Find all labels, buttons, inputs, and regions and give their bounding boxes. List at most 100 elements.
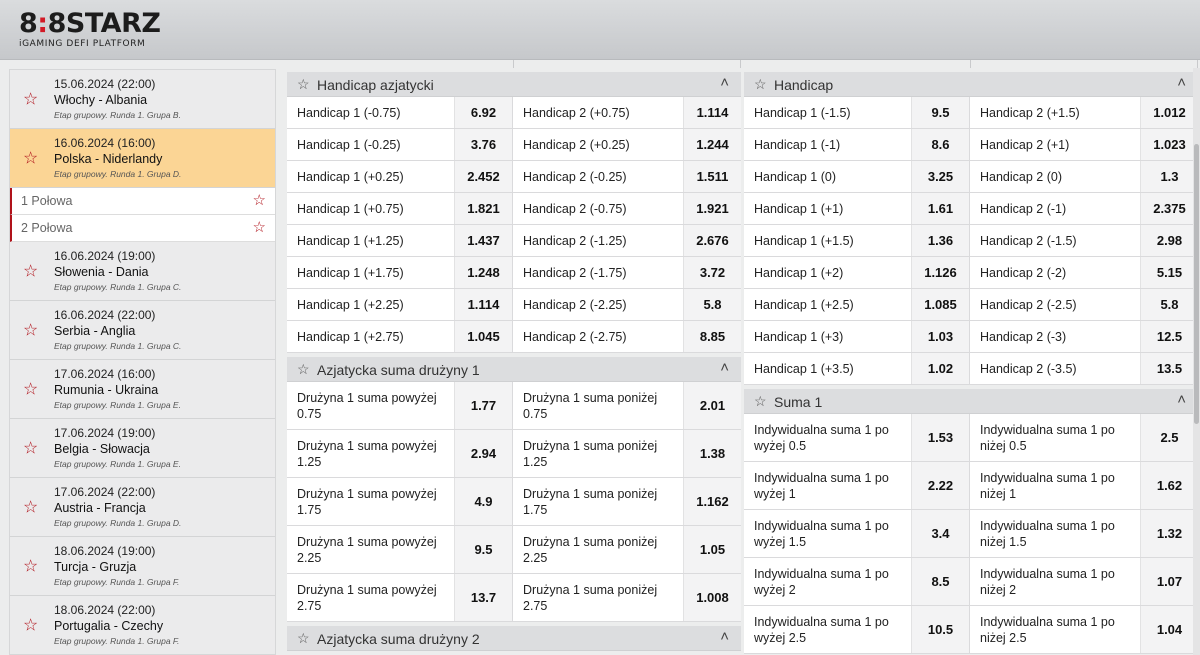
odds-cell[interactable]: Handicap 1 (-0.25) 3.76 xyxy=(287,129,513,160)
scrollbar[interactable] xyxy=(1193,68,1200,655)
odds-cell[interactable]: Drużyna 1 suma poniżej 1.25 1.38 xyxy=(513,430,741,477)
brand-logo[interactable]: 8:8STARZ iGAMING DEFI PLATFORM xyxy=(19,10,161,50)
market-header[interactable]: ☆ Handicap azjatycki ˄ xyxy=(287,72,741,97)
odds-cell[interactable]: Handicap 2 (-1.75) 3.72 xyxy=(513,257,741,288)
chevron-up-icon[interactable]: ˄ xyxy=(720,359,729,376)
odds-cell[interactable]: Handicap 1 (-1.5) 9.5 xyxy=(744,97,970,128)
odds-cell[interactable]: Indywidualna suma 1 po niżej 0.5 2.5 xyxy=(970,414,1198,461)
odds-value[interactable]: 1.03 xyxy=(911,321,969,352)
odds-value[interactable]: 1.04 xyxy=(1140,606,1198,653)
half-item[interactable]: 1 Połowa ☆ xyxy=(10,188,275,215)
odds-cell[interactable]: Handicap 1 (+0.25) 2.452 xyxy=(287,161,513,192)
odds-value[interactable]: 6.92 xyxy=(454,97,512,128)
match-item[interactable]: ☆ 17.06.2024 (22:00) Austria - Francja Etap… xyxy=(10,478,275,537)
odds-cell[interactable]: Handicap 1 (0) 3.25 xyxy=(744,161,970,192)
star-icon[interactable]: ☆ xyxy=(23,150,38,167)
odds-value[interactable]: 1.02 xyxy=(911,353,969,384)
odds-value[interactable]: 1.61 xyxy=(911,193,969,224)
odds-value[interactable]: 2.5 xyxy=(1140,414,1198,461)
odds-cell[interactable]: Drużyna 1 suma powyżej 2.75 13.7 xyxy=(287,574,513,621)
odds-value[interactable]: 10.5 xyxy=(911,606,969,653)
odds-cell[interactable]: Handicap 1 (+1) 1.61 xyxy=(744,193,970,224)
odds-cell[interactable]: Handicap 2 (+0.75) 1.114 xyxy=(513,97,741,128)
odds-cell[interactable]: Handicap 1 (+3.5) 1.02 xyxy=(744,353,970,384)
odds-cell[interactable]: Drużyna 1 suma powyżej 2.25 9.5 xyxy=(287,526,513,573)
odds-cell[interactable]: Handicap 1 (+2.75) 1.045 xyxy=(287,321,513,352)
odds-cell[interactable]: Indywidualna suma 1 po niżej 2.5 1.04 xyxy=(970,606,1198,653)
odds-value[interactable]: 1.437 xyxy=(454,225,512,256)
odds-cell[interactable]: Handicap 2 (-1) 2.375 xyxy=(970,193,1198,224)
odds-value[interactable]: 1.32 xyxy=(1140,510,1198,557)
match-item[interactable]: ☆ 18.06.2024 (22:00) Portugalia - Czechy Et… xyxy=(10,596,275,654)
odds-cell[interactable]: Indywidualna suma 1 po wyżej 2 8.5 xyxy=(744,558,970,605)
star-icon[interactable]: ☆ xyxy=(23,440,38,457)
chevron-up-icon[interactable]: ˄ xyxy=(720,628,729,645)
odds-value[interactable]: 2.98 xyxy=(1140,225,1198,256)
star-icon[interactable]: ☆ xyxy=(23,558,38,575)
star-icon[interactable]: ☆ xyxy=(253,220,266,235)
odds-value[interactable]: 1.008 xyxy=(683,574,741,621)
star-icon[interactable]: ☆ xyxy=(23,322,38,339)
odds-value[interactable]: 2.22 xyxy=(911,462,969,509)
odds-value[interactable]: 1.248 xyxy=(454,257,512,288)
star-icon[interactable]: ☆ xyxy=(297,630,310,647)
odds-cell[interactable]: Handicap 1 (+1.5) 1.36 xyxy=(744,225,970,256)
odds-cell[interactable]: Drużyna 1 suma powyżej 1.25 2.94 xyxy=(287,430,513,477)
odds-value[interactable]: 8.85 xyxy=(683,321,741,352)
odds-cell[interactable]: Indywidualna suma 1 po wyżej 1.5 3.4 xyxy=(744,510,970,557)
star-icon[interactable]: ☆ xyxy=(297,76,310,93)
odds-cell[interactable]: Handicap 2 (-3.5) 13.5 xyxy=(970,353,1198,384)
chevron-up-icon[interactable]: ˄ xyxy=(1177,74,1186,91)
odds-cell[interactable]: Handicap 1 (-0.75) 6.92 xyxy=(287,97,513,128)
odds-value[interactable]: 8.5 xyxy=(911,558,969,605)
odds-value[interactable]: 1.012 xyxy=(1140,97,1198,128)
odds-cell[interactable]: Handicap 1 (-1) 8.6 xyxy=(744,129,970,160)
odds-value[interactable]: 3.76 xyxy=(454,129,512,160)
odds-cell[interactable]: Handicap 2 (-2) 5.15 xyxy=(970,257,1198,288)
odds-value[interactable]: 9.5 xyxy=(911,97,969,128)
odds-value[interactable]: 2.375 xyxy=(1140,193,1198,224)
match-item[interactable]: ☆ 16.06.2024 (16:00) Polska - Niderlandy Et… xyxy=(10,129,275,188)
odds-cell[interactable]: Handicap 1 (+0.75) 1.821 xyxy=(287,193,513,224)
odds-value[interactable]: 1.77 xyxy=(454,382,512,429)
odds-cell[interactable]: Indywidualna suma 1 po wyżej 1 2.22 xyxy=(744,462,970,509)
odds-value[interactable]: 1.53 xyxy=(911,414,969,461)
odds-value[interactable]: 2.01 xyxy=(683,382,741,429)
odds-cell[interactable]: Handicap 2 (-2.75) 8.85 xyxy=(513,321,741,352)
odds-value[interactable]: 1.023 xyxy=(1140,129,1198,160)
odds-cell[interactable]: Drużyna 1 suma poniżej 2.25 1.05 xyxy=(513,526,741,573)
odds-value[interactable]: 5.8 xyxy=(1140,289,1198,320)
odds-value[interactable]: 1.114 xyxy=(454,289,512,320)
match-item[interactable]: ☆ 18.06.2024 (19:00) Turcja - Gruzja Etap g… xyxy=(10,537,275,596)
odds-value[interactable]: 1.045 xyxy=(454,321,512,352)
odds-value[interactable]: 2.452 xyxy=(454,161,512,192)
odds-cell[interactable]: Drużyna 1 suma poniżej 1.75 1.162 xyxy=(513,478,741,525)
market-header[interactable]: ☆ Handicap ˄ xyxy=(744,72,1198,97)
odds-cell[interactable]: Handicap 1 (+2) 1.126 xyxy=(744,257,970,288)
match-item[interactable]: ☆ 16.06.2024 (19:00) Słowenia - Dania Etap … xyxy=(10,242,275,301)
odds-cell[interactable]: Indywidualna suma 1 po niżej 1.5 1.32 xyxy=(970,510,1198,557)
odds-cell[interactable]: Indywidualna suma 1 po niżej 2 1.07 xyxy=(970,558,1198,605)
odds-value[interactable]: 13.5 xyxy=(1140,353,1198,384)
odds-cell[interactable]: Handicap 1 (+2.25) 1.114 xyxy=(287,289,513,320)
odds-value[interactable]: 12.5 xyxy=(1140,321,1198,352)
odds-value[interactable]: 5.15 xyxy=(1140,257,1198,288)
market-header[interactable]: ☆ Suma 1 ˄ xyxy=(744,389,1198,414)
odds-value[interactable]: 1.38 xyxy=(683,430,741,477)
star-icon[interactable]: ☆ xyxy=(253,193,266,208)
scrollbar-thumb[interactable] xyxy=(1194,144,1199,424)
star-icon[interactable]: ☆ xyxy=(297,361,310,378)
odds-cell[interactable]: Handicap 1 (+1.25) 1.437 xyxy=(287,225,513,256)
match-item[interactable]: ☆ 17.06.2024 (19:00) Belgia - Słowacja Etap… xyxy=(10,419,275,478)
odds-value[interactable]: 1.921 xyxy=(683,193,741,224)
odds-cell[interactable]: Handicap 1 (+3) 1.03 xyxy=(744,321,970,352)
odds-cell[interactable]: Drużyna 1 suma powyżej 0.75 1.77 xyxy=(287,382,513,429)
odds-cell[interactable]: Handicap 2 (-1.5) 2.98 xyxy=(970,225,1198,256)
odds-value[interactable]: 9.5 xyxy=(454,526,512,573)
odds-value[interactable]: 1.244 xyxy=(683,129,741,160)
star-icon[interactable]: ☆ xyxy=(754,76,767,93)
odds-cell[interactable]: Handicap 1 (+2.5) 1.085 xyxy=(744,289,970,320)
odds-cell[interactable]: Drużyna 1 suma powyżej 1.75 4.9 xyxy=(287,478,513,525)
star-icon[interactable]: ☆ xyxy=(23,263,38,280)
odds-cell[interactable]: Drużyna 1 suma poniżej 2.75 1.008 xyxy=(513,574,741,621)
